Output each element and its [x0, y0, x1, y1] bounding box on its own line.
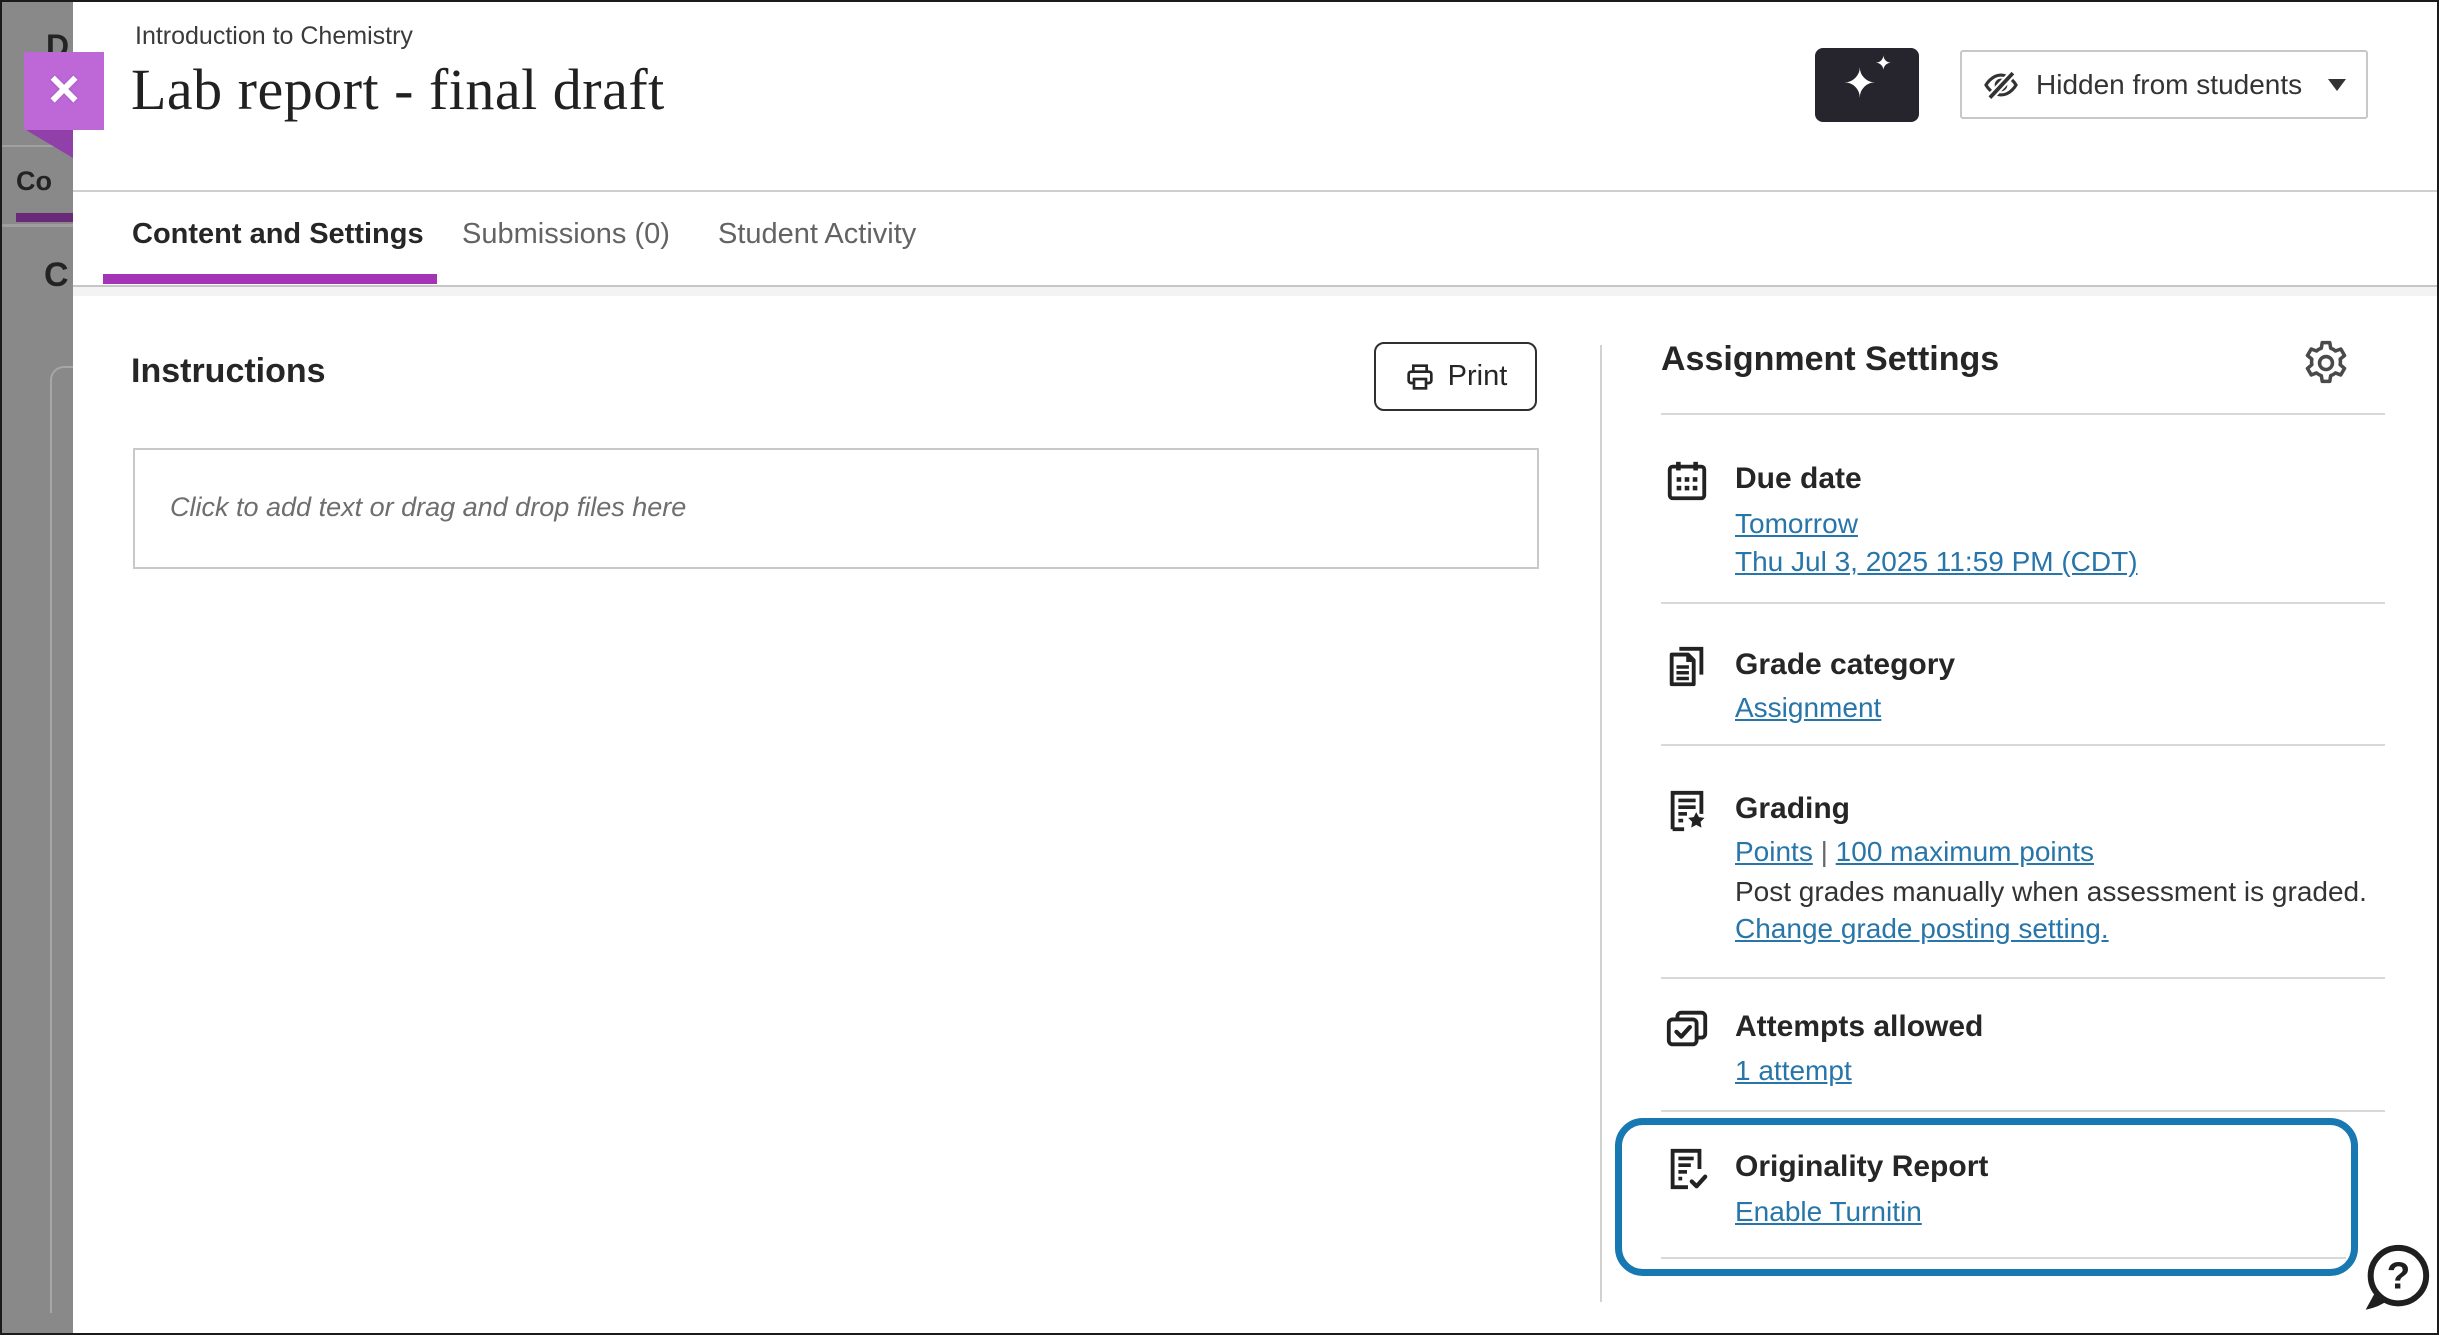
section-divider [1661, 1257, 2346, 1259]
max-points-link[interactable]: 100 maximum points [1836, 836, 2094, 867]
header-divider [73, 190, 2437, 192]
due-date-title: Due date [1735, 462, 1862, 496]
chevron-down-icon [2328, 79, 2346, 91]
due-date-relative-link[interactable]: Tomorrow [1735, 508, 1858, 540]
section-divider [1661, 744, 2385, 746]
enable-turnitin-link[interactable]: Enable Turnitin [1735, 1196, 1922, 1228]
grading-summary: Points | 100 maximum points [1735, 836, 2094, 868]
editor-placeholder: Click to add text or drag and drop files… [170, 492, 686, 523]
grading-type-link[interactable]: Points [1735, 836, 1813, 867]
pipe-separator: | [1821, 836, 1828, 867]
section-divider [1661, 1110, 2385, 1112]
breadcrumb: Introduction to Chemistry [135, 22, 413, 51]
print-button[interactable]: Print [1374, 342, 1537, 411]
grade-category-link[interactable]: Assignment [1735, 692, 1881, 724]
page-title: Lab report - final draft [131, 56, 665, 123]
grading-title: Grading [1735, 792, 1850, 826]
originality-highlight-box [1615, 1118, 2358, 1276]
print-label: Print [1448, 360, 1508, 393]
background-heading-fragment: C [44, 256, 69, 295]
eye-slash-icon [1982, 66, 2020, 104]
document-check-icon [1664, 1146, 1710, 1192]
tab-student-activity[interactable]: Student Activity [718, 218, 916, 251]
grade-posting-text: Post grades manually when assessment is … [1735, 874, 2415, 948]
background-tab-fragment: Co [16, 166, 52, 197]
printer-icon [1404, 361, 1436, 393]
close-button[interactable]: × [24, 52, 104, 130]
originality-title: Originality Report [1735, 1150, 1988, 1184]
grade-posting-description: Post grades manually when assessment is … [1735, 876, 2367, 907]
sparkle-icon-small: ✦ [1875, 54, 1892, 74]
background-divider [2, 224, 73, 227]
settings-heading: Assignment Settings [1661, 340, 1999, 379]
visibility-label: Hidden from students [2036, 69, 2302, 101]
tab-submissions[interactable]: Submissions (0) [462, 218, 670, 251]
tabbar-shadow [73, 287, 2437, 296]
active-tab-indicator [103, 274, 437, 284]
attempts-title: Attempts allowed [1735, 1010, 1983, 1044]
settings-divider [1661, 413, 2385, 415]
attempts-check-icon [1664, 1006, 1710, 1052]
document-icon [1664, 644, 1710, 690]
grade-category-title: Grade category [1735, 648, 1955, 682]
calendar-icon [1664, 458, 1710, 504]
gear-icon[interactable] [2301, 338, 2351, 393]
document-star-icon [1664, 788, 1710, 834]
screen: D Co C × Introduction to Chemistry Lab r… [0, 0, 2439, 1335]
close-button-fold [26, 130, 73, 158]
due-date-datetime-link[interactable]: Thu Jul 3, 2025 11:59 PM (CDT) [1735, 546, 2138, 578]
section-divider [1661, 977, 2385, 979]
background-card-edge [50, 366, 75, 1313]
question-mark-glyph: ? [2387, 1254, 2410, 1297]
close-icon: × [48, 62, 80, 116]
visibility-dropdown[interactable]: Hidden from students [1960, 50, 2368, 119]
ai-assistant-button[interactable]: ✦ ✦ [1815, 48, 1919, 122]
change-grade-posting-link[interactable]: Change grade posting setting. [1735, 913, 2109, 944]
attempts-link[interactable]: 1 attempt [1735, 1055, 1852, 1087]
tab-content-and-settings[interactable]: Content and Settings [132, 218, 424, 251]
instructions-heading: Instructions [131, 352, 326, 391]
background-tab-underline [16, 213, 73, 222]
panel-divider [1600, 345, 1602, 1302]
section-divider [1661, 602, 2385, 604]
sparkle-icon: ✦ [1843, 64, 1877, 104]
help-button[interactable]: ? [2360, 1240, 2434, 1314]
